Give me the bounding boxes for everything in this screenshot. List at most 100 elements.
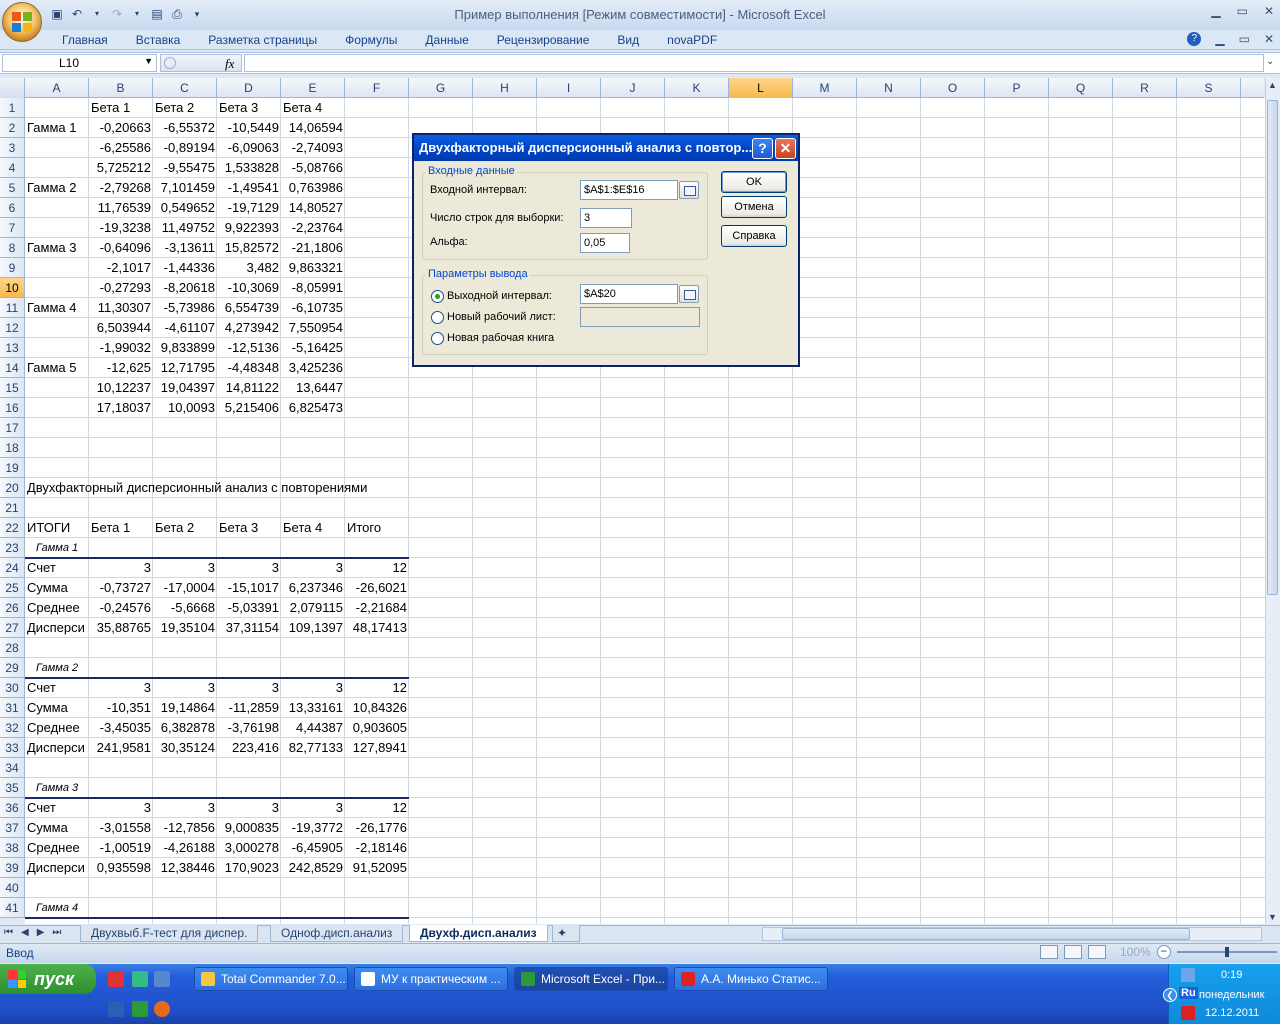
cell-d36[interactable]: 3 <box>217 798 281 818</box>
cell-e11[interactable]: -6,10735 <box>281 298 345 318</box>
cell-c32[interactable]: 6,382878 <box>153 718 217 738</box>
row-header-31[interactable]: 31 <box>0 698 25 718</box>
cell-f26[interactable]: -2,21684 <box>345 598 409 618</box>
cell-a26[interactable]: Среднее <box>25 598 89 618</box>
cell-e12[interactable]: 7,550954 <box>281 318 345 338</box>
cell-b25[interactable]: -0,73727 <box>89 578 153 598</box>
row-header-13[interactable]: 13 <box>0 338 25 358</box>
column-header-j[interactable]: J <box>601 78 665 98</box>
row-header-27[interactable]: 27 <box>0 618 25 638</box>
tab-review[interactable]: Рецензирование <box>483 33 604 49</box>
scroll-down-icon[interactable]: ▼ <box>1268 912 1277 922</box>
name-box[interactable]: L10 ▼ <box>2 54 157 72</box>
horizontal-scroll-thumb[interactable] <box>782 928 1190 940</box>
input-range-field[interactable]: $A$1:$E$16 <box>580 180 678 200</box>
redo-icon[interactable]: ↷ <box>110 7 124 21</box>
column-header-h[interactable]: H <box>473 78 537 98</box>
row-header-35[interactable]: 35 <box>0 778 25 798</box>
cell-d4[interactable]: 1,533828 <box>217 158 281 178</box>
row-header-5[interactable]: 5 <box>0 178 25 198</box>
cell-e39[interactable]: 242,8529 <box>281 858 345 878</box>
workbook-minimize-icon[interactable]: ▁ <box>1215 32 1224 46</box>
cell-e9[interactable]: 9,863321 <box>281 258 345 278</box>
new-book-radio[interactable] <box>431 332 444 345</box>
row-header-6[interactable]: 6 <box>0 198 25 218</box>
cell-d5[interactable]: -1,49541 <box>217 178 281 198</box>
cell-d12[interactable]: 4,273942 <box>217 318 281 338</box>
cell-e2[interactable]: 14,06594 <box>281 118 345 138</box>
row-header-1[interactable]: 1 <box>0 98 25 118</box>
row-header-14[interactable]: 14 <box>0 358 25 378</box>
maximize-icon[interactable]: ▭ <box>1237 4 1248 18</box>
row-header-17[interactable]: 17 <box>0 418 25 438</box>
cell-c10[interactable]: -8,20618 <box>153 278 217 298</box>
formula-input[interactable] <box>244 54 1264 72</box>
cell-c26[interactable]: -5,6668 <box>153 598 217 618</box>
cell-d15[interactable]: 14,81122 <box>217 378 281 398</box>
column-header-c[interactable]: C <box>153 78 217 98</box>
output-range-radio[interactable] <box>431 290 444 303</box>
cell-a33[interactable]: Дисперси <box>25 738 89 758</box>
zoom-out-icon[interactable]: − <box>1156 945 1171 959</box>
cell-b4[interactable]: 5,725212 <box>89 158 153 178</box>
cell-b33[interactable]: 241,9581 <box>89 738 153 758</box>
row-header-10[interactable]: 10 <box>0 278 25 298</box>
language-indicator[interactable]: Ru <box>1179 987 1198 999</box>
cell-e14[interactable]: 3,425236 <box>281 358 345 378</box>
close-icon[interactable]: ✕ <box>1264 4 1274 18</box>
cell-e5[interactable]: 0,763986 <box>281 178 345 198</box>
cell-c11[interactable]: -5,73986 <box>153 298 217 318</box>
cell-c13[interactable]: 9,833899 <box>153 338 217 358</box>
column-header-d[interactable]: D <box>217 78 281 98</box>
cell-c24[interactable]: 3 <box>153 558 217 578</box>
column-header-r[interactable]: R <box>1113 78 1177 98</box>
dialog-help-icon[interactable]: ? <box>752 138 773 159</box>
cell-c2[interactable]: -6,55372 <box>153 118 217 138</box>
cell-f38[interactable]: -2,18146 <box>345 838 409 858</box>
row-header-33[interactable]: 33 <box>0 738 25 758</box>
cell-a11[interactable]: Гамма 4 <box>25 298 89 318</box>
cell-d6[interactable]: -19,7129 <box>217 198 281 218</box>
next-sheet-icon[interactable]: ▶ <box>37 927 45 938</box>
cell-d2[interactable]: -10,5449 <box>217 118 281 138</box>
cell-f27[interactable]: 48,17413 <box>345 618 409 638</box>
cell-c9[interactable]: -1,44336 <box>153 258 217 278</box>
help-button[interactable]: Справка <box>721 225 787 247</box>
cell-c27[interactable]: 19,35104 <box>153 618 217 638</box>
cell-a22[interactable]: ИТОГИ <box>25 518 89 538</box>
cell-a31[interactable]: Сумма <box>25 698 89 718</box>
row-header-40[interactable]: 40 <box>0 878 25 898</box>
cell-a35[interactable]: Гамма 3 <box>25 778 153 798</box>
select-all-corner[interactable] <box>0 78 25 98</box>
cell-b14[interactable]: -12,625 <box>89 358 153 378</box>
alpha-field[interactable]: 0,05 <box>580 233 630 253</box>
cell-b16[interactable]: 17,18037 <box>89 398 153 418</box>
column-header-f[interactable]: F <box>345 78 409 98</box>
cell-b8[interactable]: -0,64096 <box>89 238 153 258</box>
row-header-34[interactable]: 34 <box>0 758 25 778</box>
cell-a29[interactable]: Гамма 2 <box>25 658 153 678</box>
row-header-29[interactable]: 29 <box>0 658 25 678</box>
cell-b13[interactable]: -1,99032 <box>89 338 153 358</box>
cell-d10[interactable]: -10,3069 <box>217 278 281 298</box>
prev-sheet-icon[interactable]: ◀ <box>21 927 29 938</box>
cell-b3[interactable]: -6,25586 <box>89 138 153 158</box>
undo-icon[interactable]: ↶ <box>70 7 84 21</box>
tab-view[interactable]: Вид <box>603 33 653 49</box>
cell-c12[interactable]: -4,61107 <box>153 318 217 338</box>
dialog-title-bar[interactable]: Двухфакторный дисперсионный анализ с пов… <box>414 135 798 161</box>
cell-c6[interactable]: 0,549652 <box>153 198 217 218</box>
cell-d27[interactable]: 37,31154 <box>217 618 281 638</box>
cell-b6[interactable]: 11,76539 <box>89 198 153 218</box>
sheet-tab-twoway[interactable]: Двухф.дисп.анализ <box>409 925 548 942</box>
new-sheet-field[interactable] <box>580 307 700 327</box>
column-header-s[interactable]: S <box>1177 78 1241 98</box>
task-pdf[interactable]: А.А. Минько Статис... <box>674 967 828 991</box>
cell-a41[interactable]: Гамма 4 <box>25 898 153 918</box>
sheet-tab-oneway[interactable]: Одноф.дисп.анализ <box>270 925 404 942</box>
workbook-restore-icon[interactable]: ▭ <box>1239 32 1250 46</box>
cell-b38[interactable]: -1,00519 <box>89 838 153 858</box>
cell-e33[interactable]: 82,77133 <box>281 738 345 758</box>
cell-d39[interactable]: 170,9023 <box>217 858 281 878</box>
minimize-icon[interactable]: ▁ <box>1211 4 1220 18</box>
